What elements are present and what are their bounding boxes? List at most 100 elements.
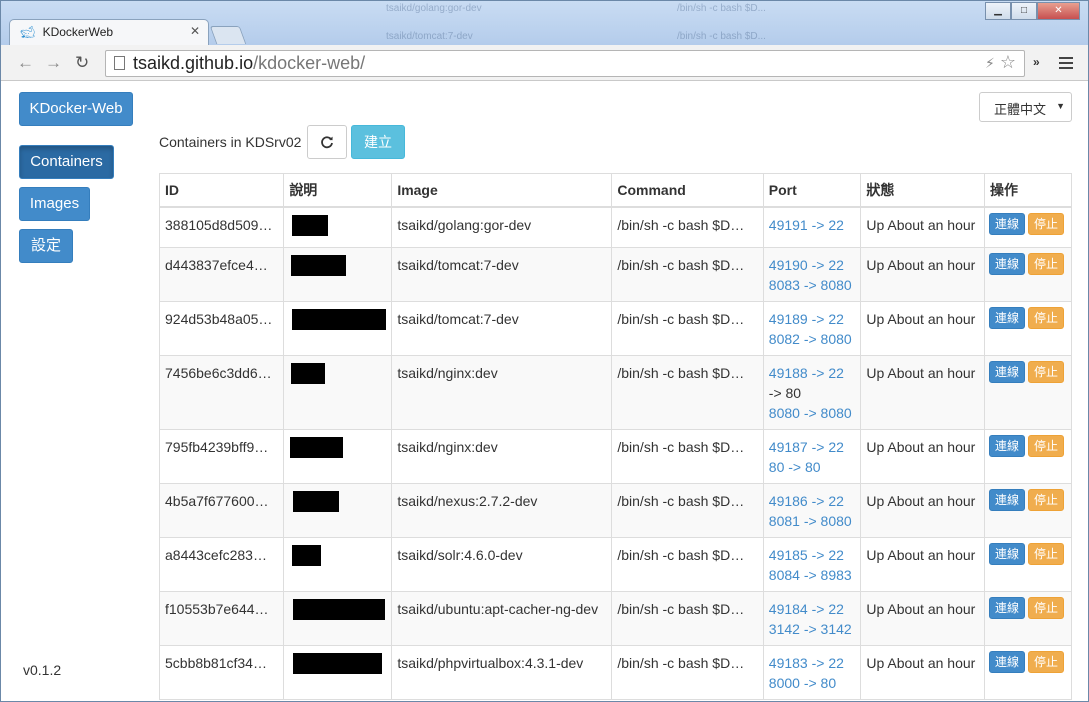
title-bar: tsaikd/golang:gor-dev tsaikd/tomcat:7-de… — [1, 1, 1088, 45]
stop-button[interactable]: 停止 — [1027, 651, 1064, 673]
connect-button[interactable]: 連線 — [988, 489, 1025, 511]
table-row: 5cbb8b81cf34… tsaikd/phpvirtualbox:4.3.1-… — [158, 645, 1073, 700]
stop-button[interactable]: 停止 — [1027, 597, 1064, 619]
stop-button[interactable]: 停止 — [1027, 213, 1064, 235]
brand-button[interactable]: KDocker-Web — [19, 92, 133, 126]
port-link[interactable]: 8000 -> 80 — [769, 673, 856, 693]
container-id: 388105d8d509… — [158, 206, 285, 248]
reload-icon[interactable]: ↻ — [75, 53, 89, 73]
command-cell: /bin/sh -c bash $D… — [611, 206, 764, 248]
connect-button[interactable]: 連線 — [988, 597, 1025, 619]
column-header: 操作 — [983, 173, 1073, 208]
stop-button[interactable]: 停止 — [1027, 543, 1064, 565]
nav-containers[interactable]: Containers — [19, 145, 114, 179]
refresh-button[interactable] — [307, 125, 347, 159]
port-link[interactable]: 49189 -> 22 — [769, 309, 856, 329]
port-link[interactable]: 8081 -> 8080 — [769, 511, 856, 531]
port-link[interactable]: 8080 -> 8080 — [769, 403, 856, 423]
connect-button[interactable]: 連線 — [988, 435, 1025, 457]
version-label: v0.1.2 — [23, 662, 62, 678]
port-link[interactable]: 8083 -> 8080 — [769, 275, 856, 295]
status-cell: Up About an hour — [860, 591, 985, 646]
command-cell: /bin/sh -c bash $D… — [611, 429, 764, 484]
connect-button[interactable]: 連線 — [988, 213, 1025, 235]
column-header: 狀態 — [860, 173, 985, 208]
image-cell: tsaikd/phpvirtualbox:4.3.1-dev — [391, 645, 613, 700]
lightning-icon[interactable]: ⚡︎ — [985, 55, 995, 71]
table-row: 4b5a7f677600… tsaikd/nexus:2.7.2-dev/bin/… — [158, 483, 1073, 538]
actions-cell: 連線 停止 — [983, 301, 1073, 356]
background-window-text: tsaikd/tomcat:7-dev — [386, 31, 473, 42]
nav-images[interactable]: Images — [19, 187, 90, 221]
port-cell: 49186 -> 22 8081 -> 8080 — [762, 483, 862, 538]
minimize-button[interactable]: ▁ — [985, 2, 1011, 20]
image-cell: tsaikd/solr:4.6.0-dev — [391, 537, 613, 592]
nav-settings[interactable]: 設定 — [19, 229, 73, 263]
description-cell — [283, 206, 393, 248]
containers-table: ID 說明 Image Command Port 狀態 操作 388105d8d… — [158, 173, 1073, 700]
port-link[interactable]: 49191 -> 22 — [769, 215, 856, 235]
port-link[interactable]: 8084 -> 8983 — [769, 565, 856, 585]
description-cell — [283, 247, 393, 302]
port-link[interactable]: 49190 -> 22 — [769, 255, 856, 275]
connect-button[interactable]: 連線 — [988, 543, 1025, 565]
description-cell — [283, 301, 393, 356]
new-tab-button[interactable] — [209, 26, 247, 44]
stop-button[interactable]: 停止 — [1027, 435, 1064, 457]
status-cell: Up About an hour — [860, 206, 985, 248]
table-row: a8443cefc283… tsaikd/solr:4.6.0-dev/bin/s… — [158, 537, 1073, 592]
background-window-text: /bin/sh -c bash $D... — [677, 31, 766, 42]
image-cell: tsaikd/nexus:2.7.2-dev — [391, 483, 613, 538]
stop-button[interactable]: 停止 — [1027, 361, 1064, 383]
port-link[interactable]: 80 -> 80 — [769, 457, 856, 477]
status-cell: Up About an hour — [860, 537, 985, 592]
browser-tab[interactable]: 🐋︎ KDockerWeb ✕ — [9, 19, 209, 45]
language-select[interactable]: 正體中文 ▼ — [979, 92, 1072, 122]
port-text: -> 80 — [768, 385, 802, 401]
actions-cell: 連線 停止 — [983, 206, 1073, 248]
port-link[interactable]: 49184 -> 22 — [769, 599, 856, 619]
column-header: 說明 — [283, 173, 393, 208]
image-cell: tsaikd/tomcat:7-dev — [391, 301, 613, 356]
port-cell: 49183 -> 22 8000 -> 80 — [762, 645, 862, 700]
status-cell: Up About an hour — [860, 429, 985, 484]
image-cell: tsaikd/nginx:dev — [391, 355, 613, 430]
forward-arrow-icon[interactable]: → — [45, 53, 62, 73]
actions-cell: 連線 停止 — [983, 247, 1073, 302]
back-arrow-icon[interactable]: ← — [17, 53, 34, 73]
maximize-button[interactable]: □ — [1011, 2, 1037, 20]
port-link[interactable]: 49188 -> 22 — [769, 363, 856, 383]
redacted-block — [292, 215, 329, 236]
port-link[interactable]: 49183 -> 22 — [769, 653, 856, 673]
stop-button[interactable]: 停止 — [1027, 489, 1064, 511]
create-button[interactable]: 建立 — [351, 125, 405, 159]
status-cell: Up About an hour — [860, 645, 985, 700]
url-path: /kdocker-web/ — [253, 53, 366, 73]
bookmark-star-icon[interactable]: ☆ — [1000, 52, 1016, 72]
stop-button[interactable]: 停止 — [1027, 253, 1064, 275]
menu-icon[interactable] — [1059, 57, 1073, 72]
port-link[interactable]: 49186 -> 22 — [769, 491, 856, 511]
container-id: 5cbb8b81cf34… — [158, 645, 285, 700]
browser-window: tsaikd/golang:gor-dev tsaikd/tomcat:7-de… — [0, 0, 1089, 702]
connect-button[interactable]: 連線 — [988, 253, 1025, 275]
address-bar[interactable]: tsaikd.github.io/kdocker-web/ ⚡︎ ☆ — [105, 50, 1025, 77]
close-tab-icon[interactable]: ✕ — [190, 24, 200, 38]
extensions-chevron-icon[interactable]: » — [1033, 55, 1040, 69]
port-link[interactable]: 49185 -> 22 — [769, 545, 856, 565]
port-cell: 49184 -> 22 3142 -> 3142 — [762, 591, 862, 646]
command-cell: /bin/sh -c bash $D… — [611, 645, 764, 700]
column-header: Port — [762, 173, 862, 208]
status-cell: Up About an hour — [860, 247, 985, 302]
column-header: ID — [158, 173, 285, 208]
connect-button[interactable]: 連線 — [988, 651, 1025, 673]
stop-button[interactable]: 停止 — [1027, 307, 1064, 329]
port-link[interactable]: 49187 -> 22 — [769, 437, 856, 457]
connect-button[interactable]: 連線 — [988, 307, 1025, 329]
port-link[interactable]: 8082 -> 8080 — [769, 329, 856, 349]
connect-button[interactable]: 連線 — [988, 361, 1025, 383]
table-row: 388105d8d509… tsaikd/golang:gor-dev/bin/s… — [158, 206, 1073, 248]
port-link[interactable]: 3142 -> 3142 — [769, 619, 856, 639]
close-window-button[interactable]: ✕ — [1037, 2, 1080, 20]
column-header: Command — [611, 173, 764, 208]
